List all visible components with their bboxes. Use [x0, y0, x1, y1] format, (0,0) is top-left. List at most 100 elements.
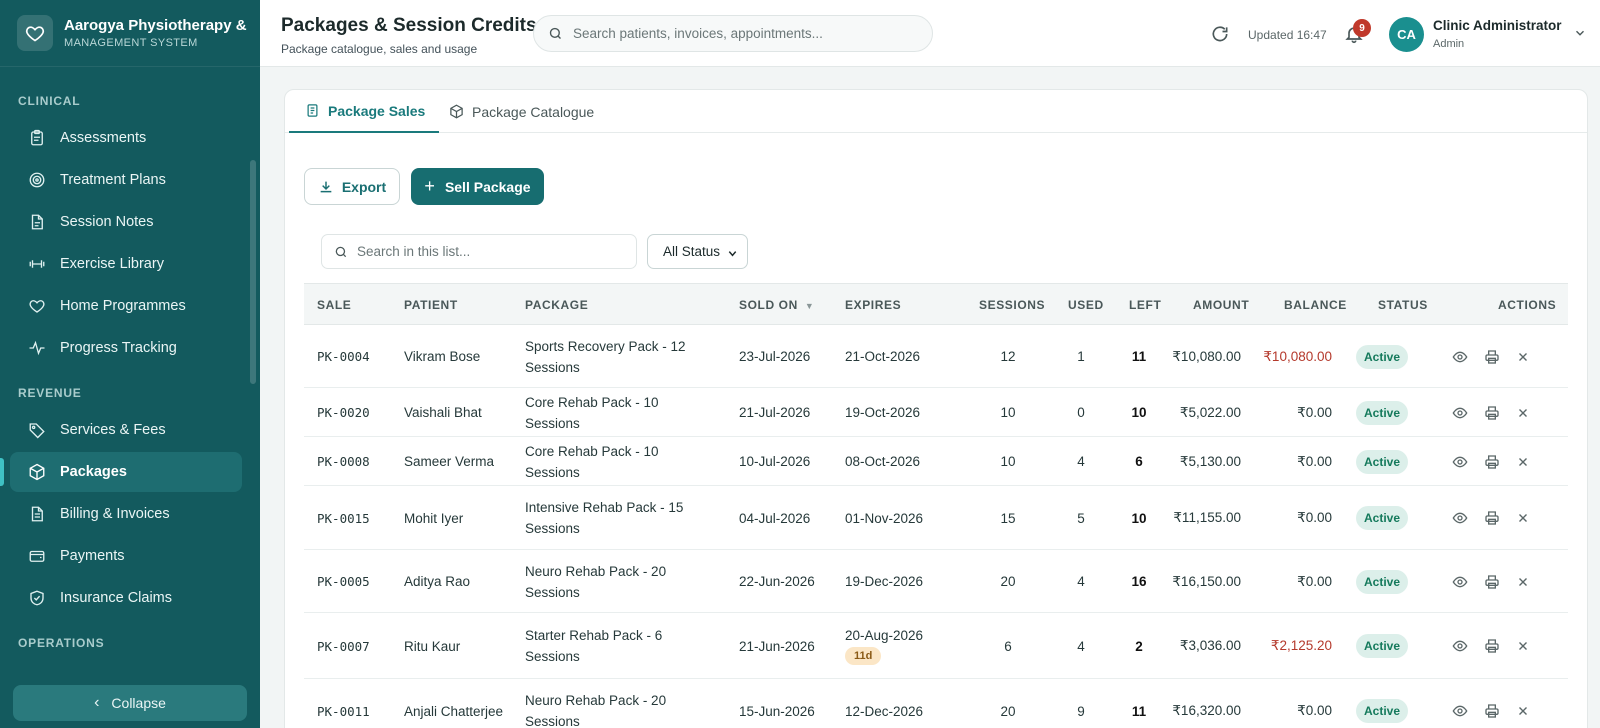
list-search-input[interactable] [357, 244, 627, 259]
tab-package-sales[interactable]: Package Sales [289, 90, 440, 133]
export-button[interactable]: Export [304, 168, 400, 205]
cell-sale-id[interactable]: PK-0015 [317, 486, 370, 550]
sidebar-item-session-notes[interactable]: Session Notes [10, 202, 242, 242]
cell-patient[interactable]: Sameer Verma [404, 437, 514, 486]
cell-patient[interactable]: Vikram Bose [404, 325, 514, 388]
printer-icon[interactable] [1484, 510, 1500, 526]
sidebar-scrollbar[interactable] [250, 160, 256, 384]
table-row[interactable]: PK-0008 Sameer Verma Core Rehab Pack - 10 … [304, 437, 1568, 486]
cell-actions [1444, 550, 1538, 613]
col-amount[interactable]: AMOUNT [1193, 284, 1249, 326]
printer-icon[interactable] [1484, 638, 1500, 654]
cell-patient[interactable]: Mohit Iyer [404, 486, 514, 550]
table-row[interactable]: PK-0015 Mohit Iyer Intensive Rehab Pack - … [304, 486, 1568, 550]
sidebar-item-packages[interactable]: Packages [10, 452, 242, 492]
printer-icon[interactable] [1484, 574, 1500, 590]
cell-patient[interactable]: Vaishali Bhat [404, 388, 514, 437]
package-box-icon [29, 463, 45, 481]
col-package[interactable]: PACKAGE [525, 284, 588, 326]
printer-icon[interactable] [1484, 349, 1500, 365]
sidebar-item-billing-invoices[interactable]: Billing & Invoices [10, 494, 242, 534]
col-left[interactable]: LEFT [1129, 284, 1161, 326]
cell-balance: ₹0.00 [1297, 404, 1332, 420]
sidebar-item-exercise-library[interactable]: Exercise Library [10, 244, 242, 284]
col-sessions[interactable]: SESSIONS [979, 284, 1045, 326]
updated-timestamp: Updated 16:47 [1248, 28, 1327, 42]
col-sold-on[interactable]: SOLD ON ▼ [739, 284, 814, 326]
global-search-input[interactable] [573, 26, 913, 41]
cell-sale-id[interactable]: PK-0011 [317, 679, 370, 728]
download-icon [320, 181, 332, 192]
col-patient[interactable]: PATIENT [404, 284, 458, 326]
cell-package: Core Rehab Pack - 10 Sessions [525, 437, 715, 486]
cell-sale-id[interactable]: PK-0008 [317, 437, 370, 486]
sidebar-item-payments[interactable]: Payments [10, 536, 242, 576]
eye-icon[interactable] [1452, 454, 1468, 470]
close-icon[interactable] [1516, 704, 1530, 718]
collapse-button[interactable]: ‹ Collapse [13, 685, 247, 721]
close-icon[interactable] [1516, 455, 1530, 469]
col-status[interactable]: STATUS [1378, 284, 1428, 326]
col-balance[interactable]: BALANCE [1284, 284, 1347, 326]
cell-patient[interactable]: Anjali Chatterjee [404, 679, 514, 728]
package-name: Core Rehab Pack - 10 Sessions [525, 394, 659, 431]
status-badge: Active [1356, 569, 1409, 594]
close-icon[interactable] [1516, 406, 1530, 420]
cell-sale-id[interactable]: PK-0007 [317, 613, 370, 679]
printer-icon[interactable] [1484, 703, 1500, 719]
cell-expires: 12-Dec-2026 [845, 679, 923, 728]
table-row[interactable]: PK-0007 Ritu Kaur Starter Rehab Pack - 6 S… [304, 613, 1568, 679]
eye-icon[interactable] [1452, 510, 1468, 526]
cell-patient[interactable]: Aditya Rao [404, 550, 514, 613]
chevron-down-icon[interactable] [1573, 26, 1587, 40]
sidebar-item-progress-tracking[interactable]: Progress Tracking [10, 328, 242, 368]
col-sale[interactable]: SALE [317, 284, 351, 326]
close-icon[interactable] [1516, 350, 1530, 364]
close-icon[interactable] [1516, 639, 1530, 653]
col-used[interactable]: USED [1068, 284, 1104, 326]
table-row[interactable]: PK-0005 Aditya Rao Neuro Rehab Pack - 20 S… [304, 550, 1568, 613]
refresh-icon[interactable] [1210, 24, 1230, 44]
cell-sale-id[interactable]: PK-0005 [317, 550, 370, 613]
close-icon[interactable] [1516, 575, 1530, 589]
global-search[interactable] [533, 15, 933, 52]
search-icon [335, 246, 347, 257]
avatar[interactable]: CA [1389, 17, 1424, 52]
col-sold-on-label: SOLD ON [739, 298, 798, 312]
package-name: Core Rehab Pack - 10 Sessions [525, 443, 659, 480]
printer-icon[interactable] [1484, 454, 1500, 470]
sidebar-item-label: Insurance Claims [60, 590, 173, 606]
list-search[interactable] [321, 234, 637, 269]
cell-amount: ₹16,150.00 [1172, 573, 1241, 589]
expires-date: 19-Oct-2026 [845, 405, 921, 420]
cell-patient[interactable]: Ritu Kaur [404, 613, 514, 679]
package-name: Intensive Rehab Pack - 15 Sessions [525, 500, 684, 536]
cell-sale-id[interactable]: PK-0020 [317, 388, 370, 437]
sell-package-button[interactable]: + Sell Package [411, 168, 544, 205]
sidebar-item-home-programmes[interactable]: Home Programmes [10, 286, 242, 326]
close-icon[interactable] [1516, 511, 1530, 525]
sidebar-item-insurance-claims[interactable]: Insurance Claims [10, 578, 242, 618]
active-nav-marker [0, 458, 4, 486]
printer-icon[interactable] [1484, 405, 1500, 421]
sidebar-item-assessments[interactable]: Assessments [10, 118, 242, 158]
user-name[interactable]: Clinic Administrator [1433, 18, 1562, 33]
cell-sessions: 6 [1004, 638, 1012, 654]
tab-package-catalogue[interactable]: Package Catalogue [449, 90, 594, 133]
sidebar-item-services-fees[interactable]: Services & Fees [10, 410, 242, 450]
eye-icon[interactable] [1452, 638, 1468, 654]
eye-icon[interactable] [1452, 349, 1468, 365]
cell-actions [1444, 486, 1538, 550]
export-label: Export [341, 178, 387, 195]
table-row[interactable]: PK-0011 Anjali Chatterjee Neuro Rehab Pack… [304, 679, 1568, 728]
sidebar-item-treatment-plans[interactable]: Treatment Plans [10, 160, 242, 200]
status-filter-select[interactable]: All Status [647, 234, 748, 269]
eye-icon[interactable] [1452, 703, 1468, 719]
cell-sale-id[interactable]: PK-0004 [317, 325, 370, 388]
cell-left: 10 [1131, 405, 1147, 420]
table-row[interactable]: PK-0004 Vikram Bose Sports Recovery Pack -… [304, 325, 1568, 388]
table-row[interactable]: PK-0020 Vaishali Bhat Core Rehab Pack - 10… [304, 388, 1568, 437]
col-expires[interactable]: EXPIRES [845, 284, 901, 326]
eye-icon[interactable] [1452, 405, 1468, 421]
eye-icon[interactable] [1452, 574, 1468, 590]
